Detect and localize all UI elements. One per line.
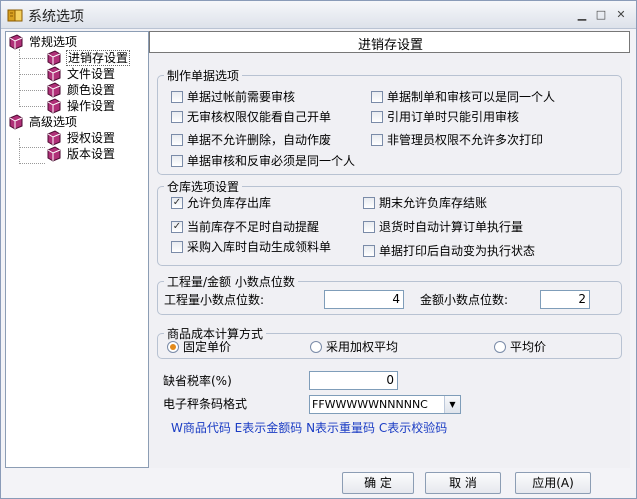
checkbox-print-to-executed[interactable]: 单据打印后自动变为执行状态 xyxy=(363,244,603,260)
checkbox-box[interactable] xyxy=(363,221,375,233)
system-options-window: 系统选项 ▁ □ ✕ 常规选项 进销存设置 文件设置 颜色设置 操作设置 高级选… xyxy=(0,0,637,499)
checkbox-review-before-posting[interactable]: 单据过帐前需要审核 xyxy=(171,90,371,106)
checkbox-box[interactable] xyxy=(371,134,383,146)
radio-circle[interactable] xyxy=(310,341,322,353)
quantity-decimals-label: 工程量小数点位数: xyxy=(164,293,265,307)
quantity-decimals-input[interactable]: 4 xyxy=(324,290,404,309)
costing-group: 商品成本计算方式 固定单价 采用加权平均 平均价 xyxy=(157,325,622,359)
checkbox-box[interactable] xyxy=(171,155,183,167)
checkbox-view-own-only[interactable]: 无审核权限仅能看自己开单 xyxy=(171,110,371,126)
checkbox-same-maker-reviewer[interactable]: 单据制单和审核可以是同一个人 xyxy=(371,90,611,106)
maximize-icon[interactable]: □ xyxy=(594,8,608,22)
book-icon xyxy=(47,66,61,82)
amount-decimals-input[interactable]: 2 xyxy=(540,290,590,309)
checkbox-box[interactable]: ✓ xyxy=(171,221,183,233)
checkbox-box[interactable] xyxy=(363,245,375,257)
checkbox-low-stock-reminder[interactable]: ✓ 当前库存不足时自动提醒 xyxy=(171,220,371,236)
title-bar[interactable]: 系统选项 ▁ □ ✕ xyxy=(1,1,636,29)
checkbox-box[interactable] xyxy=(363,197,375,209)
settings-panel: 进销存设置 制作单据选项 单据过帐前需要审核 单据制单和审核可以是同一个人 无审… xyxy=(149,31,630,468)
checkbox-reference-reviewed-orders[interactable]: 引用订单时只能引用审核 xyxy=(371,110,611,126)
chevron-down-icon[interactable]: ▼ xyxy=(444,396,460,413)
barcode-format-select[interactable]: FFWWWWWNNNNNC ▼ xyxy=(309,395,461,414)
tax-rate-input[interactable]: 0 xyxy=(309,371,398,390)
minimize-icon[interactable]: ▁ xyxy=(575,8,589,22)
options-tree[interactable]: 常规选项 进销存设置 文件设置 颜色设置 操作设置 高级选项 授权设置 版本设置 xyxy=(5,31,149,468)
apply-button[interactable]: 应用(A) xyxy=(515,472,591,494)
book-icon xyxy=(47,82,61,98)
tree-item-inventory-settings[interactable]: 进销存设置 xyxy=(46,50,146,66)
panel-header: 进销存设置 xyxy=(149,31,630,53)
tree-item-file-settings[interactable]: 文件设置 xyxy=(46,66,146,82)
tree-item-license-settings[interactable]: 授权设置 xyxy=(46,130,146,146)
radio-weighted-average[interactable]: 采用加权平均 xyxy=(310,340,450,356)
tree-group-advanced[interactable]: 高级选项 xyxy=(8,114,138,130)
decimals-group: 工程量/金额 小数点位数 工程量小数点位数: 4 金额小数点位数: 2 xyxy=(157,273,622,315)
cancel-button[interactable]: 取 消 xyxy=(425,472,501,494)
book-icon xyxy=(47,146,61,162)
close-icon[interactable]: ✕ xyxy=(614,8,628,22)
checkbox-no-delete-auto-void[interactable]: 单据不允许删除，自动作废 xyxy=(171,133,371,149)
radio-circle[interactable] xyxy=(494,341,506,353)
window-title: 系统选项 xyxy=(28,9,84,25)
tax-rate-label: 缺省税率(%) xyxy=(163,374,232,388)
amount-decimals-label: 金额小数点位数: xyxy=(420,293,509,307)
tree-group-general[interactable]: 常规选项 xyxy=(8,34,138,50)
checkbox-allow-negative-stock[interactable]: ✓ 允许负库存出库 xyxy=(171,196,371,212)
radio-circle[interactable] xyxy=(167,341,179,353)
panel-title: 进销存设置 xyxy=(357,38,423,53)
warehouse-group: 仓库选项设置 ✓ 允许负库存出库 期末允许负库存结账 ✓ 当前库存不足时自动提醒… xyxy=(157,178,622,266)
checkbox-box[interactable]: ✓ xyxy=(171,197,183,209)
book-icon xyxy=(47,130,61,146)
book-icon xyxy=(47,50,61,66)
book-icon xyxy=(47,98,61,114)
checkbox-auto-material-requisition[interactable]: 采购入库时自动生成领料单 xyxy=(171,240,371,256)
ok-button[interactable]: 确 定 xyxy=(342,472,414,494)
documents-group: 制作单据选项 单据过帐前需要审核 单据制单和审核可以是同一个人 无审核权限仅能看… xyxy=(157,67,622,175)
checkbox-same-reviewer-unreview[interactable]: 单据审核和反审必须是同一个人 xyxy=(171,154,411,170)
warehouse-group-title: 仓库选项设置 xyxy=(164,178,243,195)
barcode-format-value: FFWWWWWNNNNNC xyxy=(312,398,428,411)
checkbox-box[interactable] xyxy=(171,241,183,253)
checkbox-box[interactable] xyxy=(171,111,183,123)
books-icon xyxy=(9,34,23,50)
books-icon xyxy=(9,114,23,130)
documents-group-title: 制作单据选项 xyxy=(164,67,243,84)
radio-fixed-price[interactable]: 固定单价 xyxy=(167,340,287,356)
radio-average-price[interactable]: 平均价 xyxy=(494,340,594,356)
checkbox-return-order-calc[interactable]: 退货时自动计算订单执行量 xyxy=(363,220,603,236)
checkbox-box[interactable] xyxy=(371,111,383,123)
tree-item-color-settings[interactable]: 颜色设置 xyxy=(46,82,146,98)
checkbox-box[interactable] xyxy=(371,91,383,103)
tree-item-operation-settings[interactable]: 操作设置 xyxy=(46,98,146,114)
checkbox-negative-stock-closing[interactable]: 期末允许负库存结账 xyxy=(363,196,603,212)
barcode-format-label: 电子秤条码格式 xyxy=(163,397,248,411)
tree-item-version-settings[interactable]: 版本设置 xyxy=(46,146,146,162)
checkbox-box[interactable] xyxy=(171,134,183,146)
decimals-group-title: 工程量/金额 小数点位数 xyxy=(164,273,298,290)
checkbox-no-multiple-print[interactable]: 非管理员权限不允许多次打印 xyxy=(371,133,611,149)
app-icon xyxy=(7,9,23,22)
barcode-format-hint: W商品代码 E表示金额码 N表示重量码 C表示校验码 xyxy=(171,421,448,435)
checkbox-box[interactable] xyxy=(171,91,183,103)
